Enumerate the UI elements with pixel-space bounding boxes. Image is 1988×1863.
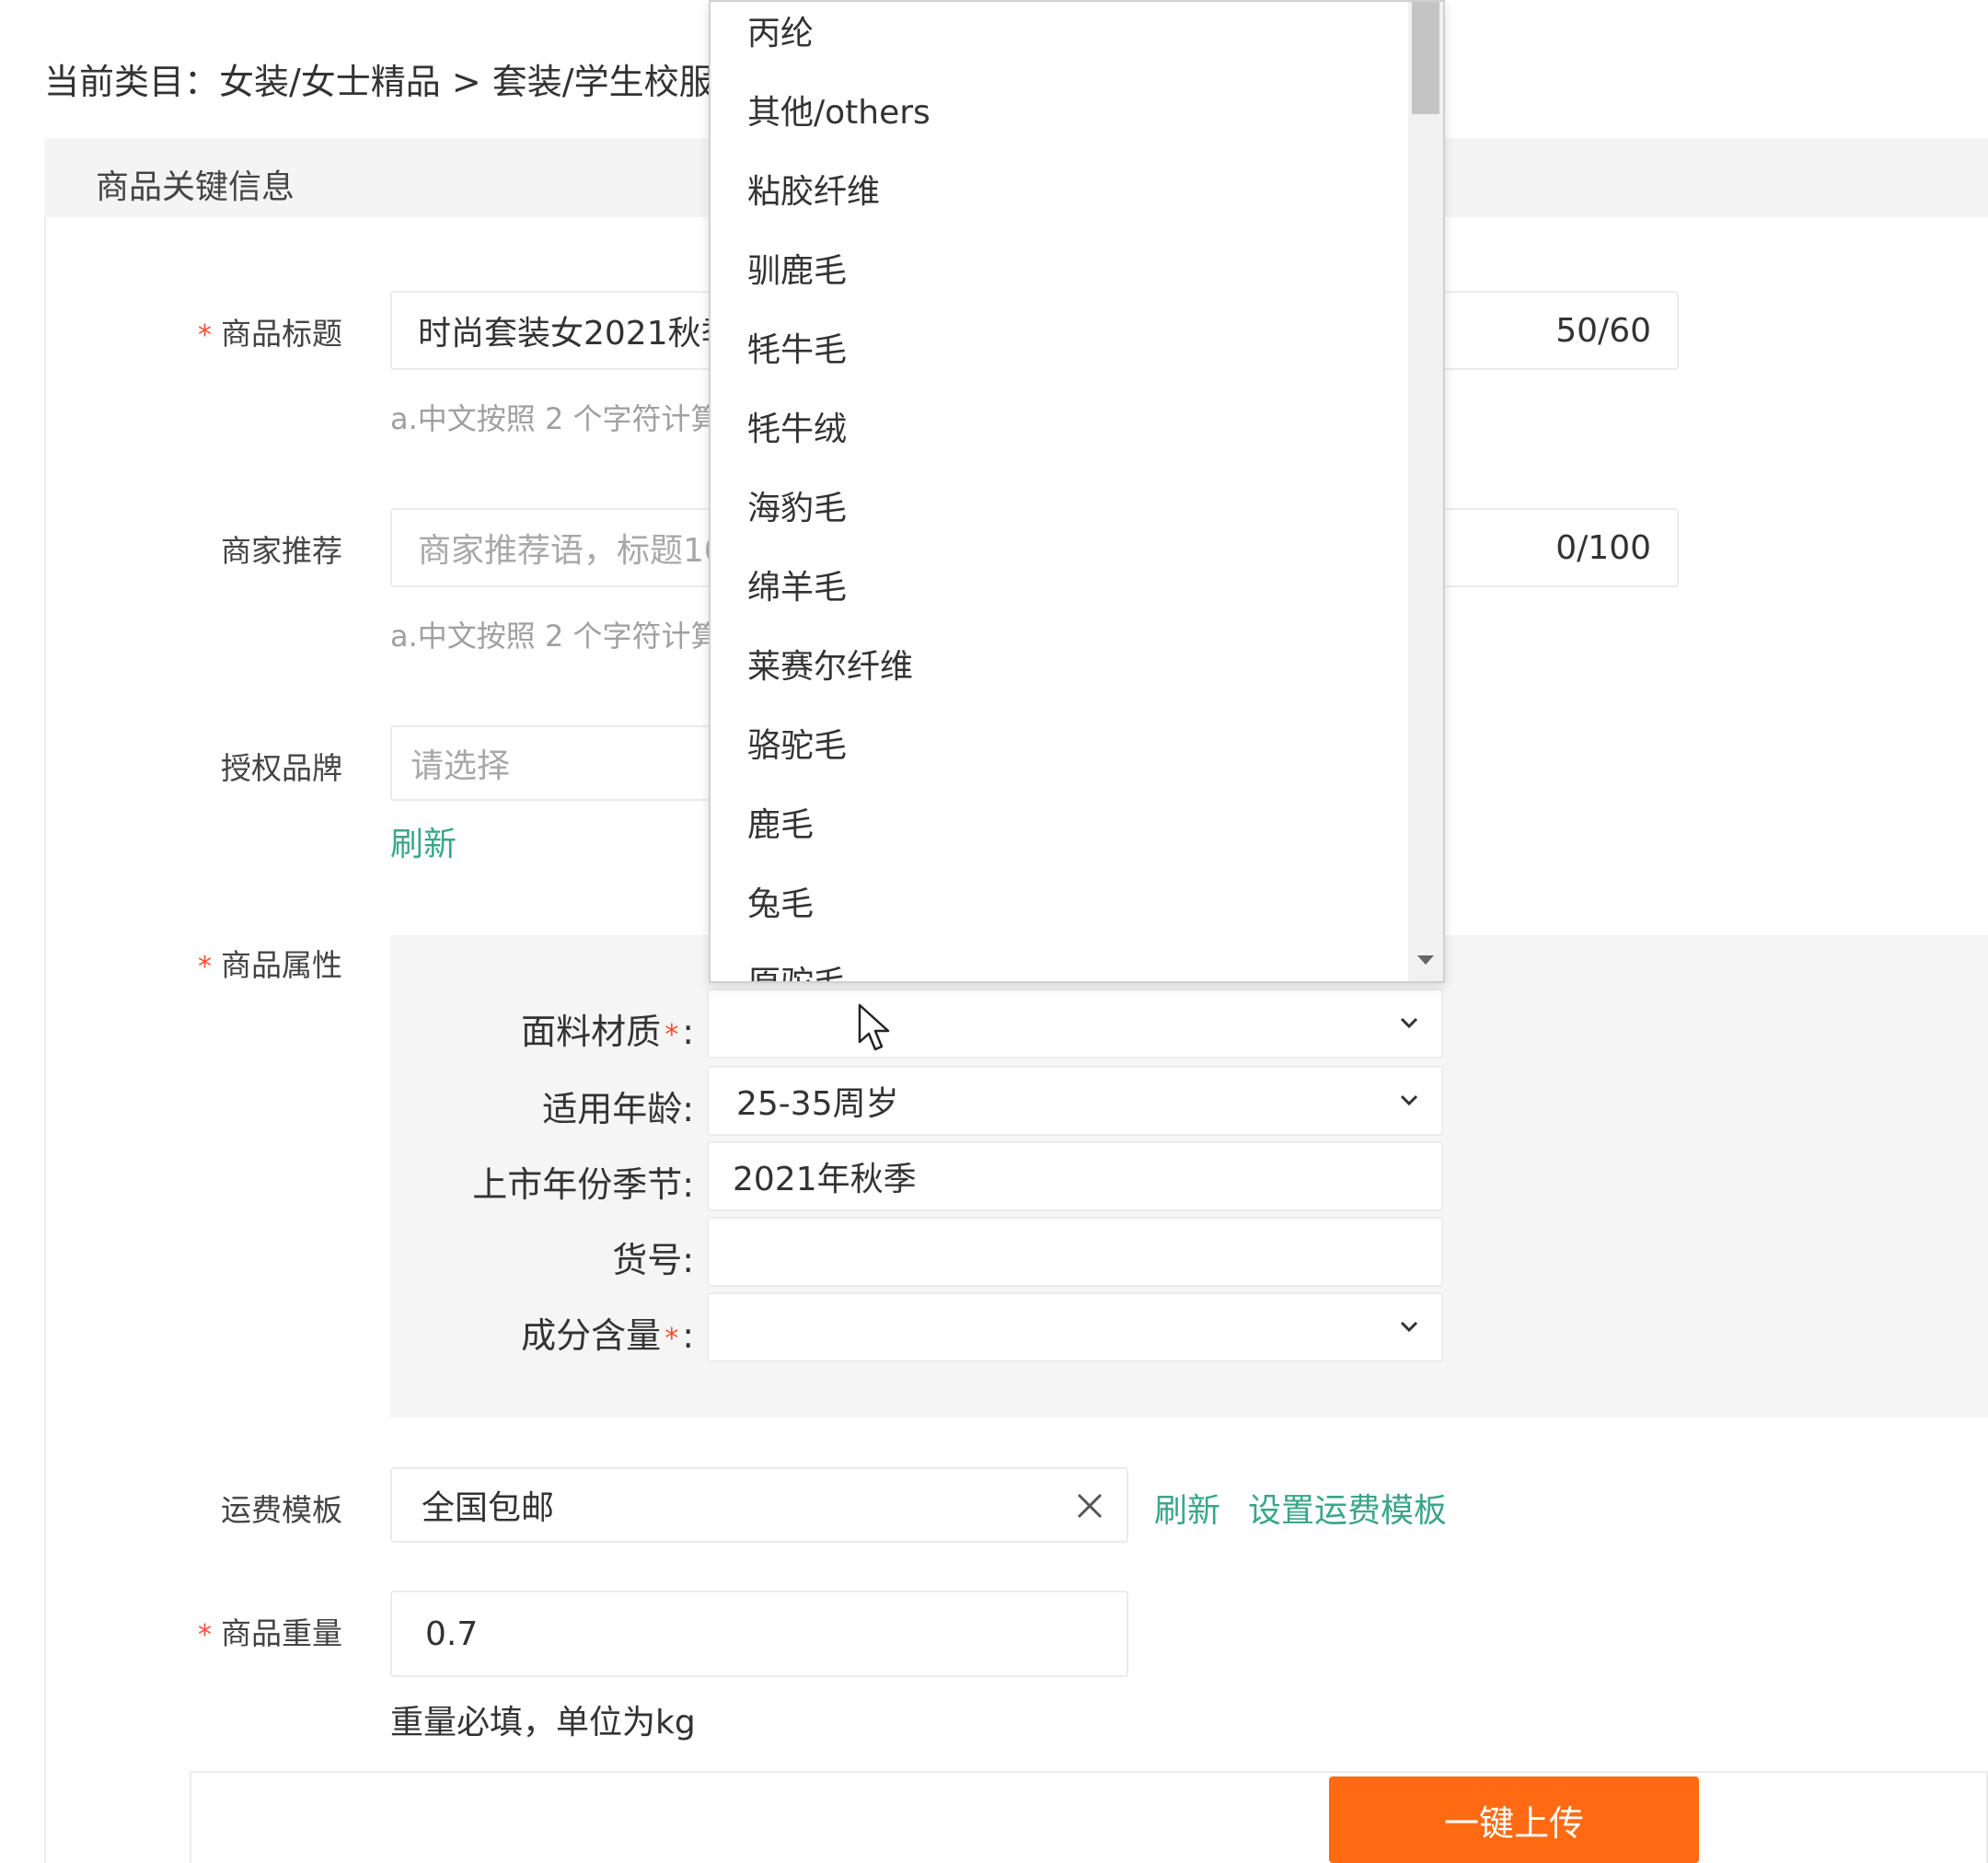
composition-label: 成分含量 *: [521, 1315, 694, 1356]
title-label: * 商品标题 [198, 316, 342, 352]
title-counter: 50/60 [1555, 311, 1651, 350]
fabric-select[interactable] [707, 989, 1443, 1059]
age-value: 25-35周岁 [736, 1085, 899, 1123]
dropdown-option[interactable]: 驯鹿毛 [711, 228, 1410, 307]
dropdown-option[interactable]: 海豹毛 [711, 466, 1410, 545]
season-value: 2021年秋季 [733, 1161, 917, 1198]
recommend-hint: a.中文按照 2 个字符计算 [390, 619, 721, 654]
chevron-down-icon [1400, 1321, 1418, 1333]
title-hint: a.中文按照 2 个字符计算 [390, 401, 721, 436]
scrollbar-thumb[interactable] [1412, 2, 1439, 114]
dropdown-option[interactable]: 莱赛尔纤维 [711, 624, 1410, 703]
brand-refresh-link[interactable]: 刷新 [390, 817, 457, 865]
dropdown-option[interactable]: 其他/others [711, 70, 1410, 149]
dropdown-option[interactable]: 原驼毛 [711, 941, 1410, 981]
age-label: 适用年龄: [542, 1089, 694, 1129]
brand-label: 授权品牌 [221, 750, 342, 786]
clear-icon[interactable] [1075, 1491, 1104, 1521]
footer-bar [190, 1771, 1988, 1863]
mouse-pointer-icon [858, 1003, 890, 1051]
scroll-down-arrow-icon[interactable] [1417, 955, 1434, 965]
title-value: 时尚套装女2021秋季 [418, 315, 734, 353]
required-mark: * [198, 1619, 212, 1651]
brand-placeholder: 请选择 [410, 747, 511, 785]
dropdown-option[interactable]: 牦牛毛 [711, 307, 1410, 387]
required-mark: * [198, 319, 212, 352]
dropdown-option[interactable]: 丙纶 [711, 2, 1410, 70]
shipping-setup-link[interactable]: 设置运费模板 [1248, 1484, 1447, 1532]
weight-input[interactable]: 0.7 [390, 1591, 1128, 1677]
required-mark: * [665, 1019, 679, 1051]
required-mark: * [665, 1323, 679, 1355]
age-select[interactable]: 25-35周岁 [707, 1066, 1443, 1136]
required-mark: * [198, 951, 212, 983]
composition-select[interactable] [707, 1292, 1443, 1362]
recommend-placeholder: 商家推荐语，标题10 [418, 532, 725, 570]
chevron-down-icon [1400, 1094, 1418, 1106]
dropdown-list: 丙纶 其他/others 粘胶纤维 驯鹿毛 牦牛毛 牦牛绒 海豹毛 绵羊毛 莱赛尔纤维 骆驼毛 鹿毛… [711, 2, 1410, 981]
chevron-down-icon [1400, 1017, 1418, 1029]
shipping-select[interactable]: 全国包邮 [390, 1467, 1128, 1543]
fabric-dropdown[interactable]: 丙纶 其他/others 粘胶纤维 驯鹿毛 牦牛毛 牦牛绒 海豹毛 绵羊毛 莱赛尔纤维 骆驼毛 鹿毛… [709, 0, 1445, 983]
shipping-refresh-link[interactable]: 刷新 [1154, 1484, 1220, 1532]
weight-note: 重量必填，单位为kg [390, 1704, 696, 1742]
shipping-value: 全国包邮 [422, 1489, 555, 1527]
season-label: 上市年份季节: [472, 1164, 694, 1205]
sku-input[interactable] [707, 1217, 1443, 1287]
fabric-label: 面料材质 *: [521, 1012, 694, 1052]
section-title: 商品关键信息 [96, 168, 295, 206]
dropdown-option[interactable]: 粘胶纤维 [711, 149, 1410, 228]
weight-value: 0.7 [425, 1614, 479, 1653]
dropdown-scrollbar[interactable] [1408, 2, 1443, 981]
shipping-label: 运费模板 [221, 1492, 342, 1528]
recommend-label: 商家推荐 [221, 533, 342, 569]
dropdown-option[interactable]: 鹿毛 [711, 782, 1410, 862]
one-click-upload-button[interactable]: 一键上传 [1329, 1776, 1699, 1863]
season-input[interactable]: 2021年秋季 [707, 1141, 1443, 1211]
dropdown-option[interactable]: 绵羊毛 [711, 545, 1410, 624]
weight-label: * 商品重量 [198, 1615, 342, 1651]
dropdown-option[interactable]: 兔毛 [711, 862, 1410, 941]
dropdown-option[interactable]: 牦牛绒 [711, 387, 1410, 466]
dropdown-option[interactable]: 骆驼毛 [711, 703, 1410, 782]
recommend-counter: 0/100 [1555, 528, 1651, 567]
breadcrumb: 当前类目：女装/女士精品 > 套装/学生校服/工 [44, 62, 761, 102]
attributes-label: * 商品属性 [198, 947, 342, 983]
sku-label: 货号: [612, 1240, 694, 1280]
